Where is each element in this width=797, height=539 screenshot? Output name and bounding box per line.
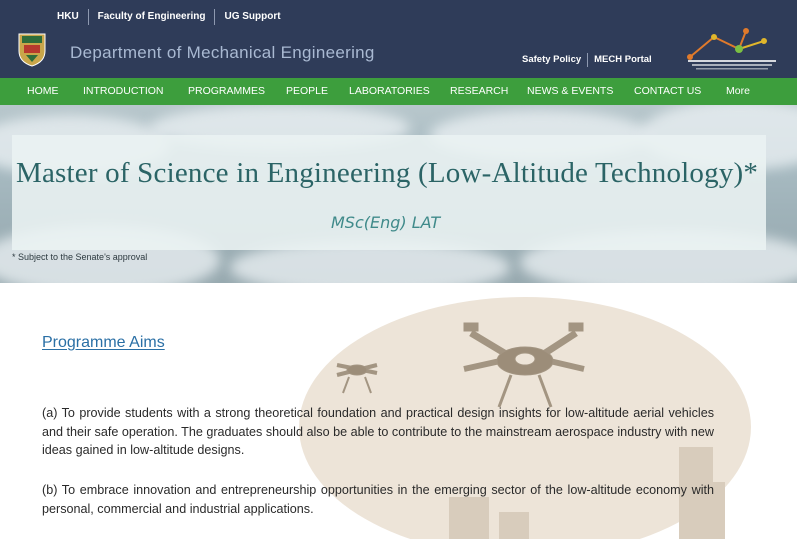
top-link-faculty[interactable]: Faculty of Engineering <box>89 9 216 25</box>
hku-crest-icon[interactable] <box>17 31 47 67</box>
utility-links: Safety Policy MECH Portal <box>522 53 658 67</box>
programme-abbreviation: MSc(Eng) LAT <box>331 213 441 232</box>
approval-note: * Subject to the Senate's approval <box>12 252 148 262</box>
nav-programmes[interactable]: PROGRAMMES <box>188 85 265 97</box>
nav-introduction[interactable]: INTRODUCTION <box>83 85 164 97</box>
programme-aims-heading[interactable]: Programme Aims <box>42 334 165 352</box>
nav-laboratories[interactable]: LABORATORIES <box>349 85 430 97</box>
main-nav: HOME INTRODUCTION PROGRAMMES PEOPLE LABO… <box>0 78 797 105</box>
nav-news-events[interactable]: NEWS & EVENTS <box>527 85 613 97</box>
aim-paragraph-b: (b) To embrace innovation and entreprene… <box>42 483 714 516</box>
top-link-ug-support[interactable]: UG Support <box>215 9 289 25</box>
nav-people[interactable]: PEOPLE <box>286 85 328 97</box>
hero-title-panel <box>12 135 766 250</box>
mech-portal-link[interactable]: MECH Portal <box>588 53 658 67</box>
top-header: HKU Faculty of Engineering UG Support De… <box>0 0 797 78</box>
mech-logo-icon[interactable] <box>684 27 780 73</box>
top-links: HKU Faculty of Engineering UG Support <box>55 6 290 28</box>
programme-title: Master of Science in Engineering (Low-Al… <box>16 157 759 189</box>
nav-more[interactable]: More <box>726 85 750 97</box>
safety-policy-link[interactable]: Safety Policy <box>522 53 589 67</box>
top-link-hku[interactable]: HKU <box>55 9 89 25</box>
nav-home[interactable]: HOME <box>27 85 59 97</box>
nav-research[interactable]: RESEARCH <box>450 85 508 97</box>
nav-contact-us[interactable]: CONTACT US <box>634 85 701 97</box>
aim-paragraph-a: (a) To provide students with a strong th… <box>42 406 714 457</box>
department-title[interactable]: Department of Mechanical Engineering <box>70 43 375 63</box>
